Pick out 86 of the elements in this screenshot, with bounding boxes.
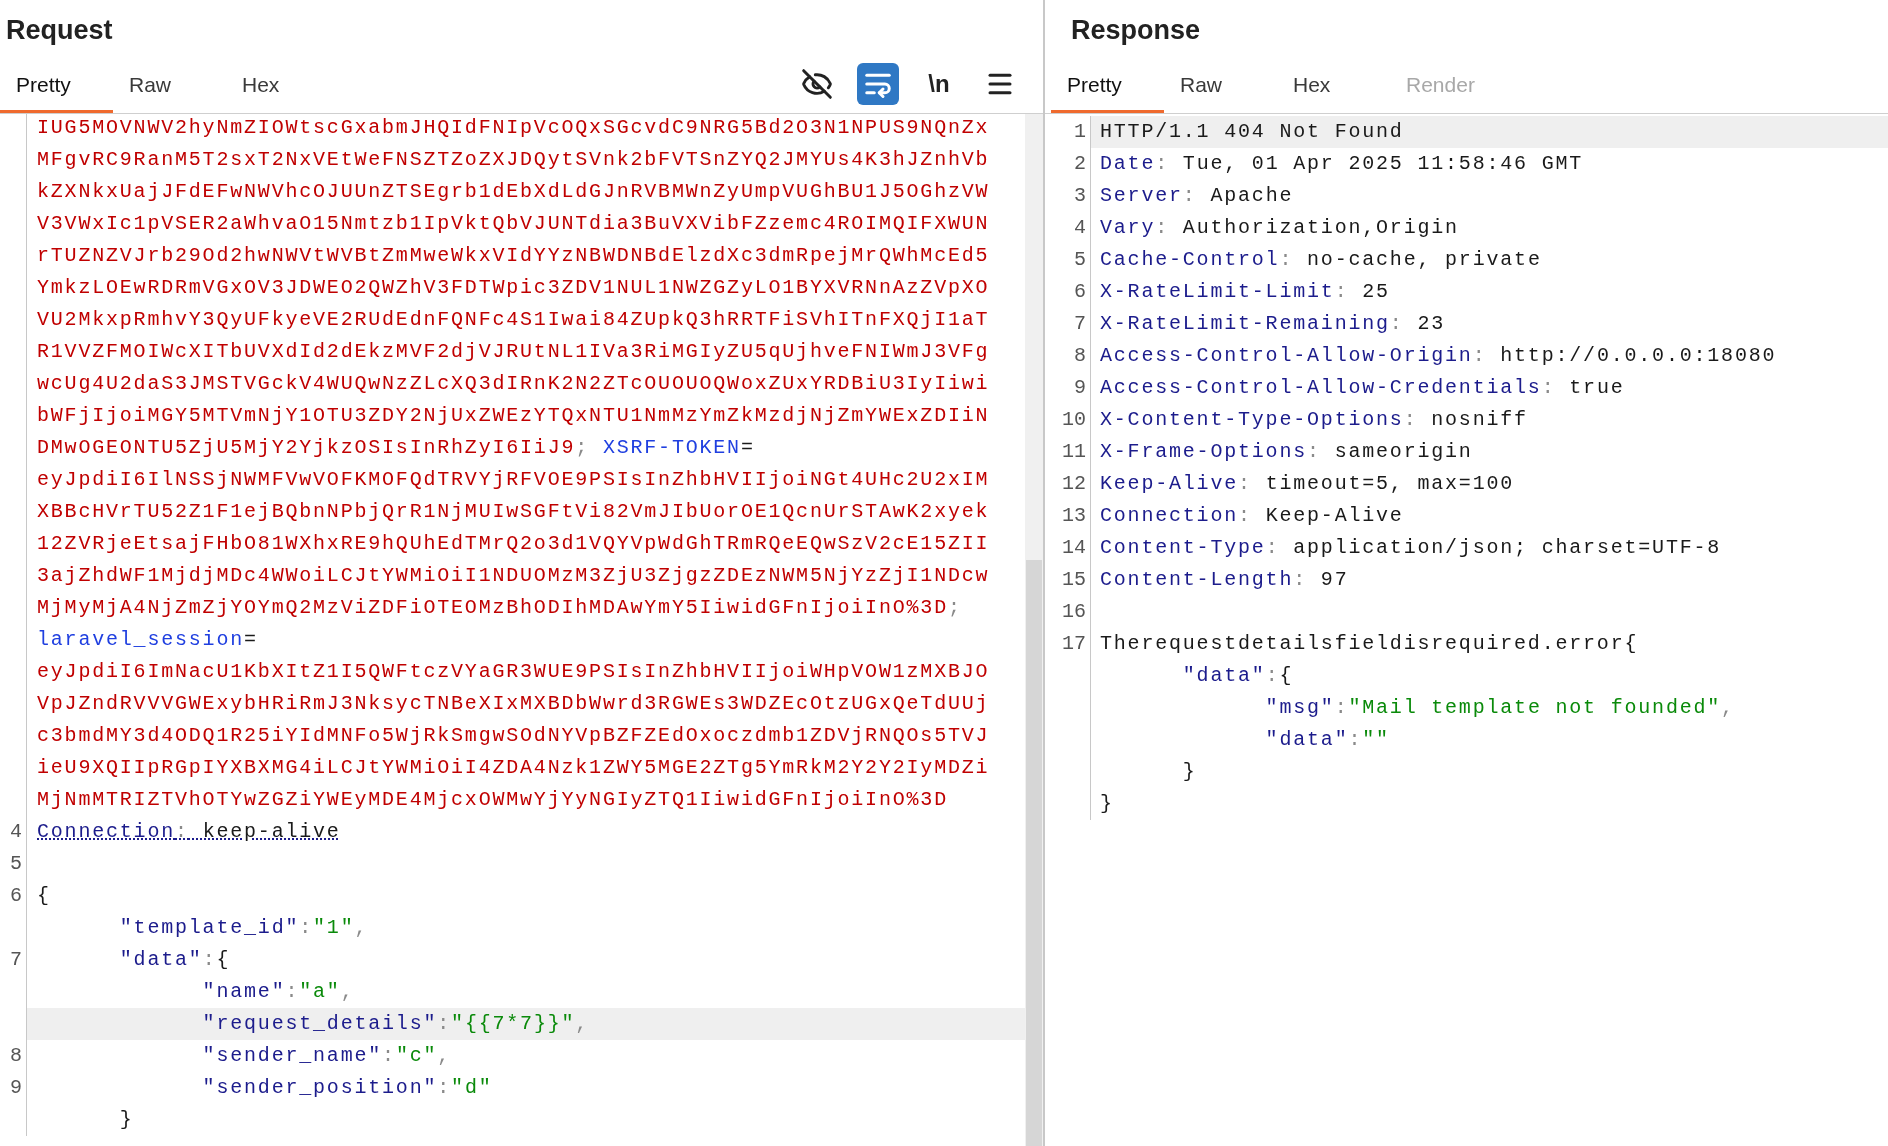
- line-number: 9: [1074, 375, 1086, 401]
- line-number: 14: [1062, 535, 1086, 561]
- code-line: eyJpdiI6ImNacU1KbXItZ1I5QWFtczVYaGR3WUE9PSIsInZhbHVIIjoiWHpVOW1zMXBJO: [36, 659, 991, 685]
- tab[interactable]: Raw: [113, 60, 226, 113]
- code-line: "sender_name":"c",: [201, 1043, 453, 1069]
- code-line: wcUg4U2daS3JMSTVGckV4WUQwNzZLcXQ3dIRnK2N2ZTcOUOUOQWoxZUxYRDBiU3IyIiwi: [36, 371, 991, 397]
- code-line: R1VVZFMOIWcXITbUVXdId2dEkzMVF2djVJRUtNL1IVa3RiMGIyZU5qUjhveFNIWmJ3VFg: [36, 339, 991, 365]
- scrollbar-thumb[interactable]: [1026, 560, 1042, 1146]
- code-line: "sender_position":"d": [201, 1075, 494, 1101]
- line-number: 1: [1074, 119, 1086, 145]
- code-line: }: [1181, 759, 1198, 785]
- panel-title: Response: [1071, 13, 1201, 47]
- line-number: 16: [1062, 599, 1086, 625]
- code-line: MjNmMTRIZTVhOTYwZGZiYWEyMDE4MjcxOWMwYjYyNGIyZTQ1IiwidGFnIjoiInO%3D: [36, 787, 949, 813]
- code-line: Connection: Keep-Alive: [1099, 503, 1405, 529]
- line-number: 7: [10, 947, 22, 973]
- code-line: X-RateLimit-Remaining: 23: [1099, 311, 1447, 337]
- code-line: Keep-Alive: timeout=5, max=100: [1099, 471, 1516, 497]
- code-line: "template_id":"1",: [118, 915, 370, 941]
- code-line: Connection: keep-alive: [36, 819, 342, 845]
- code-line: DMwOGEONTU5ZjU5MjY2YjkzOSIsInRhZyI6IiJ9; XSRF-TOKEN=: [36, 435, 756, 461]
- code-line: rTUZNZVJrb29Od2hwNWVtWVBtZmMweWkxVIdYYzNBWDNBdElzdXc3dmRpejMrQWhMcEd5: [36, 243, 991, 269]
- line-number: 9: [10, 1075, 22, 1101]
- tab[interactable]: Hex: [1277, 60, 1390, 113]
- line-number: 5: [10, 851, 22, 877]
- code-line: X-Content-Type-Options: nosniff: [1099, 407, 1529, 433]
- code-line: "data":"": [1264, 727, 1391, 753]
- code-line: V3VWxIc1pVSER2aWhvaO15Nmtzb1IpVktQbVJUNTdia3BuVXVibFZzemc4ROIMQIFXWUN: [36, 211, 991, 237]
- newline-button[interactable]: \n: [918, 63, 960, 105]
- code-line: XBBcHVrTU52Z1F1ejBQbnNPbjQrR1NjMUIwSGFtVi82VmJIbUorOE1QcnUrSTAwK2xyek: [36, 499, 991, 525]
- code-line: "data":{: [1181, 663, 1295, 689]
- line-number: 12: [1062, 471, 1086, 497]
- line-number: 13: [1062, 503, 1086, 529]
- code-line: YmkzLOEwRDRmVGxOV3JDWEO2QWZhV3FDTWpic3ZDV1NUL1NWZGZyLO1BYXVRNnAzZVpXO: [36, 275, 991, 301]
- code-line: Access-Control-Allow-Credentials: true: [1099, 375, 1626, 401]
- code-line: laravel_session=: [36, 627, 259, 653]
- code-line: {: [36, 883, 52, 909]
- line-number: 8: [10, 1043, 22, 1069]
- code-line: X-Frame-Options: sameorigin: [1099, 439, 1474, 465]
- line-number: 10: [1062, 407, 1086, 433]
- line-number: 6: [10, 883, 22, 909]
- panel-title: Request: [6, 13, 113, 47]
- line-number: 6: [1074, 279, 1086, 305]
- code-line: Vary: Authorization,Origin: [1099, 215, 1460, 241]
- code-line: bWFjIjoiMGY5MTVmNjY1OTU3ZDY2NjUxZWEzYTQxNTU1NmMzYmZkMzdjNjZmYWExZDIiN: [36, 403, 991, 429]
- tab[interactable]: Hex: [226, 60, 339, 113]
- line-number: 3: [1074, 183, 1086, 209]
- line-number: 7: [1074, 311, 1086, 337]
- tab[interactable]: Raw: [1164, 60, 1277, 113]
- code-line: "data":{: [118, 947, 232, 973]
- code-line: IUG5MOVNWV2hyNmZIOWtscGxabmJHQIdFNIpVcOQxSGcvdC9NRG5Bd2O3N1NPUS9NQnZx: [36, 115, 991, 141]
- code-line: Content-Length: 97: [1099, 567, 1350, 593]
- code-line: kZXNkxUajJFdEFwNWVhcOJUUnZTSEgrb1dEbXdLdGJnRVBMWnZyUmpVUGhBU1J5OGhzVW: [36, 179, 991, 205]
- code-line: VpJZndRVVVGWExybHRiRmJ3NksycTNBeXIxMXBDbWwrd3RGWEs3WDZEcOtzUGxQeTdUUj: [36, 691, 991, 717]
- code-line: Cache-Control: no-cache, private: [1099, 247, 1543, 273]
- code-line: 3ajZhdWF1MjdjMDc4WWoiLCJtYWMiOiI1NDUOMzM3ZjU3ZjgzZDEzNWM5NjYzZjI1NDcw: [36, 563, 991, 589]
- code-line: X-RateLimit-Limit: 25: [1099, 279, 1391, 305]
- code-line: "msg":"Mail template not founded",: [1264, 695, 1736, 721]
- code-line: Date: Tue, 01 Apr 2025 11:58:46 GMT: [1099, 151, 1585, 177]
- code-line: ieU9XQIIpRGpIYXBXMG4iLCJtYWMiOiI4ZDA4Nzk1ZWY5MGE2ZTg5YmRkM2Y2Y2IyMDZi: [36, 755, 991, 781]
- code-line: "name":"a",: [201, 979, 356, 1005]
- code-line: Access-Control-Allow-Origin: http://0.0.0.0:18080: [1099, 343, 1778, 369]
- code-line: VU2MkxpRmhvY3QyUFkyeVE2RUdEdnFQNFc4S1Iwai84ZUpkQ3hRRTFiSVhITnFXQjI1aT: [36, 307, 991, 333]
- code-line: Therequestdetailsfieldisrequired.error{: [1099, 631, 1640, 657]
- line-number: 11: [1062, 439, 1086, 465]
- tab[interactable]: Pretty: [1051, 60, 1164, 113]
- code-line: }: [1099, 791, 1115, 817]
- tab[interactable]: Pretty: [0, 60, 113, 113]
- wrap-button[interactable]: [857, 63, 899, 105]
- eye-off-icon: [801, 68, 833, 100]
- line-number: 15: [1062, 567, 1086, 593]
- code-line: }: [118, 1107, 135, 1133]
- scrollbar[interactable]: [1025, 114, 1043, 1146]
- code-line: c3bmdMY3d4ODQ1R25iYIdMNFo5WjRkSmgwSOdNYVpBZFZEdOxoczdmb1ZDVjRNQOs5TVJ: [36, 723, 991, 749]
- line-number: 17: [1062, 631, 1086, 657]
- code-line: MjMyMjA4NjZmZjYOYmQ2MzViZDFiOTEOMzBhODIhMDAwYmY5IiwidGFnIjoiInO%3D;: [36, 595, 963, 621]
- code-line: eyJpdiI6IlNSSjNWMFVwVOFKMOFQdTRVYjRFVOE9PSIsInZhbHVIIjoiNGt4UHc2U2xIM: [36, 467, 991, 493]
- line-number: 2: [1074, 151, 1086, 177]
- line-number: 8: [1074, 343, 1086, 369]
- code-line: Server: Apache: [1099, 183, 1295, 209]
- code-line: MFgvRC9RanM5T2sxT2NxVEtWeFNSZTZoZXJDQytSVnk2bFVTSnZYQ2JMYUs4K3hJZnhVb: [36, 147, 991, 173]
- code-line: Content-Type: application/json; charset=UTF-8: [1099, 535, 1723, 561]
- line-number: 5: [1074, 247, 1086, 273]
- line-number: 4: [1074, 215, 1086, 241]
- line-number: 4: [10, 819, 22, 845]
- code-line: 12ZVRjeEtsajFHbO81WXhxRE9hQUhEdTMrQ2o3d1VQYVpWdGhTRmRQeEQwSzV2cE15ZII: [36, 531, 991, 557]
